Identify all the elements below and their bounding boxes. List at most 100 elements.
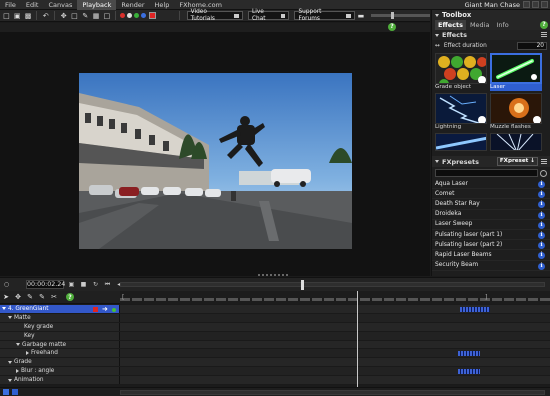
effect-tile-rays[interactable]	[490, 133, 542, 151]
link-icon[interactable]: ➜	[102, 305, 108, 313]
paint-tool-icon[interactable]: ✎	[38, 293, 46, 301]
tab-effects[interactable]: Effects	[435, 20, 466, 30]
timeline-track-blur-angle[interactable]: Blur : angle	[0, 367, 550, 377]
zoom-fit-icon[interactable]	[3, 389, 9, 395]
effect-tile-grade-object[interactable]: Grade object	[435, 53, 487, 91]
track-lane[interactable]	[120, 331, 550, 340]
track-label[interactable]: Grade	[0, 358, 120, 367]
track-label[interactable]: Freehand	[0, 349, 547, 358]
expand-icon[interactable]	[26, 351, 29, 356]
track-lane[interactable]	[120, 322, 550, 331]
info-icon[interactable]: i	[538, 242, 545, 250]
expand-icon[interactable]	[16, 343, 20, 346]
viewer-frame[interactable]	[79, 73, 352, 249]
timeline-track-garbage-matte[interactable]: Garbage matte	[0, 340, 550, 350]
camera-icon[interactable]: ■	[79, 280, 88, 289]
info-icon[interactable]: i	[538, 201, 545, 209]
info-icon[interactable]: i	[538, 221, 545, 229]
preset-item[interactable]: Aqua Laser i	[432, 179, 550, 190]
move-tool-icon[interactable]: ✥	[59, 11, 68, 20]
fxpresets-header[interactable]: FXpresets FXpreset ↓	[432, 156, 550, 167]
pen-tool-icon[interactable]: ✎	[81, 11, 90, 20]
loop-icon[interactable]: ↻	[91, 280, 100, 289]
effect-duration-input[interactable]: 20	[517, 41, 547, 50]
new-icon[interactable]: □	[2, 11, 11, 20]
preset-item[interactable]: Security Beam i	[432, 261, 550, 271]
maximize-button[interactable]	[532, 1, 539, 8]
panel-resize-grip[interactable]	[258, 274, 288, 276]
preset-item[interactable]: Laser Sweep i	[432, 220, 550, 230]
menu-icon[interactable]	[541, 32, 547, 38]
track-label[interactable]: 4. GreenGiant ➜	[0, 305, 120, 313]
track-lane[interactable]	[120, 349, 550, 358]
playback-scrubber[interactable]	[120, 280, 545, 290]
in-point-marker[interactable]: [	[122, 294, 124, 301]
keyframe-group[interactable]	[458, 368, 480, 374]
preset-item[interactable]: Comet i	[432, 189, 550, 200]
zoom-slider[interactable]	[371, 12, 431, 19]
timeline-playhead[interactable]	[357, 291, 358, 388]
minimize-button[interactable]	[523, 1, 530, 8]
timecode-display[interactable]: 00:00:02.24	[26, 280, 65, 289]
undo-icon[interactable]: ↶	[41, 11, 50, 20]
video-tutorials-button[interactable]: Video Tutorials	[186, 9, 243, 22]
render-icon[interactable]: ▣	[67, 280, 76, 289]
info-icon[interactable]: i	[538, 181, 545, 188]
color-dot-green[interactable]	[134, 13, 139, 18]
expand-icon[interactable]	[16, 369, 19, 374]
menu-canvas[interactable]: Canvas	[43, 0, 77, 10]
track-label[interactable]: Blur : angle	[0, 367, 547, 376]
fxpresets-search-input[interactable]	[435, 169, 538, 177]
color-dot-white[interactable]	[127, 13, 133, 18]
timeline-scrollbar[interactable]	[120, 390, 545, 395]
timeline-track-key[interactable]: Key	[0, 331, 550, 341]
timeline-track-greengiant[interactable]: 4. GreenGiant ➜	[0, 305, 550, 314]
scrubber-handle[interactable]	[301, 280, 304, 290]
eraser-tool-icon[interactable]: ✂	[50, 293, 58, 301]
viewer-help-icon[interactable]: ?	[388, 23, 396, 31]
live-chat-button[interactable]: Live Chat	[247, 9, 290, 22]
info-icon[interactable]: i	[538, 191, 545, 199]
track-lane[interactable]	[120, 376, 550, 385]
menu-edit[interactable]: Edit	[21, 0, 44, 10]
menu-render[interactable]: Render	[116, 0, 149, 10]
expand-icon[interactable]	[8, 378, 12, 382]
color-swatch[interactable]	[148, 11, 157, 20]
effect-tile-muzzle-flashes[interactable]: Muzzle flashes	[490, 93, 542, 131]
track-label[interactable]: Key grade	[0, 322, 120, 331]
track-label[interactable]: Animation	[0, 376, 120, 385]
support-forums-button[interactable]: Support Forums	[294, 9, 355, 22]
info-icon[interactable]: i	[538, 262, 545, 270]
zoom-icon[interactable]	[12, 389, 18, 395]
timeline-track-freehand[interactable]: Freehand	[0, 349, 550, 359]
zoom-out-icon[interactable]: ▬	[357, 11, 366, 20]
select-tool-icon[interactable]: ➤	[2, 293, 10, 301]
track-lane[interactable]	[120, 367, 550, 376]
enabled-dot[interactable]	[112, 307, 116, 312]
track-lane[interactable]	[120, 305, 550, 313]
effect-tile-laser[interactable]: Laser	[490, 53, 542, 91]
text-tool-icon[interactable]: □	[102, 11, 111, 20]
tab-media[interactable]: Media	[467, 20, 493, 30]
open-folder-icon[interactable]: ▣	[13, 11, 22, 20]
preset-item[interactable]: Droideka i	[432, 210, 550, 220]
preset-item[interactable]: Rapid Laser Beams i	[432, 250, 550, 261]
timeline-track-matte[interactable]: Matte	[0, 313, 550, 323]
info-icon[interactable]: i	[538, 252, 545, 260]
timeline-track-grade[interactable]: Grade	[0, 358, 550, 368]
menu-file[interactable]: File	[0, 0, 21, 10]
menu-playback[interactable]: Playback	[77, 0, 117, 10]
color-dot-red[interactable]	[120, 13, 126, 18]
close-button[interactable]	[541, 1, 548, 8]
expand-icon[interactable]	[2, 307, 6, 311]
menu-icon[interactable]	[541, 159, 547, 165]
toolbox-header[interactable]: Toolbox	[432, 10, 550, 20]
razor-tool-icon[interactable]: ✎	[26, 293, 34, 301]
info-icon[interactable]: i	[538, 231, 545, 239]
track-label[interactable]: Key	[0, 331, 120, 340]
effects-header[interactable]: Effects	[432, 30, 550, 40]
save-icon[interactable]: ▩	[24, 11, 33, 20]
expand-icon[interactable]	[8, 316, 12, 320]
timecode-toggle-icon[interactable]: ○	[2, 280, 11, 289]
effect-tile-beam[interactable]	[435, 133, 487, 151]
